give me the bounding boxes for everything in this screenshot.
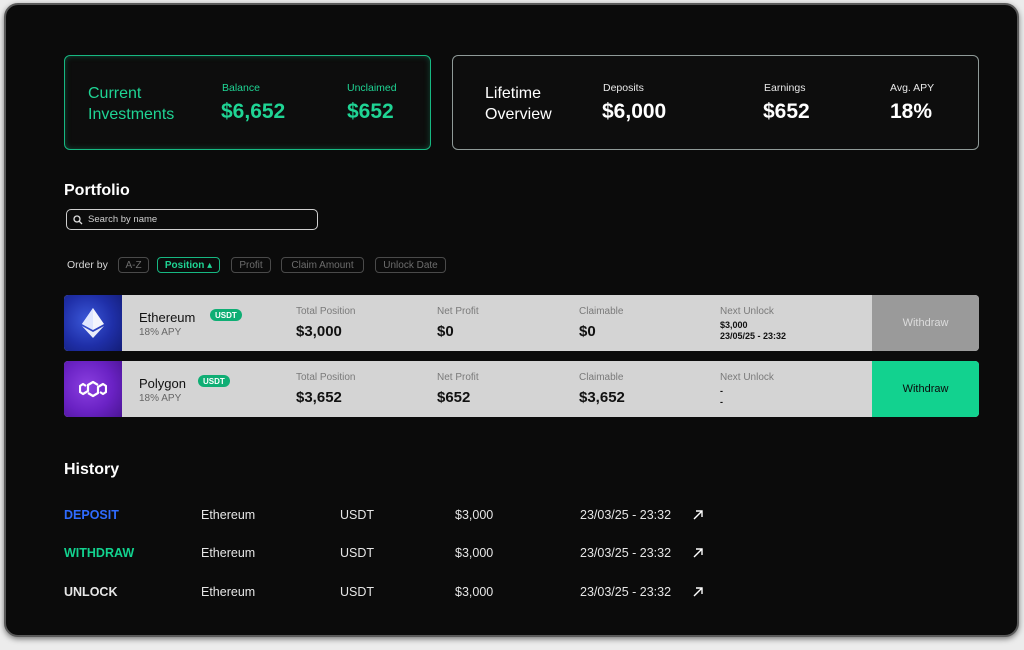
history-asset: Ethereum xyxy=(201,585,256,599)
next-unlock-date: 23/05/25 - 23:32 xyxy=(720,331,787,341)
claimable-value: $3,652 xyxy=(579,389,625,406)
next-unlock-label: Next Unlock xyxy=(720,372,774,383)
next-unlock-amount: $3,000 xyxy=(720,320,748,330)
external-link-icon[interactable] xyxy=(692,509,704,521)
title-line-2: Investments xyxy=(88,106,175,123)
withdraw-button[interactable]: Withdraw xyxy=(872,295,979,351)
history-amount: $3,000 xyxy=(455,508,494,522)
search-bar[interactable] xyxy=(66,209,318,230)
withdraw-button[interactable]: Withdraw xyxy=(872,361,979,417)
net-profit-label: Net Profit xyxy=(437,372,479,383)
history-date: 23/03/25 - 23:32 xyxy=(580,585,672,599)
search-input[interactable] xyxy=(88,214,308,225)
token-badge: USDT xyxy=(210,309,242,321)
next-unlock-amount: - xyxy=(720,386,723,396)
order-by-label: Order by xyxy=(67,259,108,271)
unclaimed-label: Unclaimed xyxy=(347,82,397,94)
total-position-value: $3,000 xyxy=(296,323,342,340)
avg-apy-value: 18% xyxy=(890,100,933,123)
portfolio-title: Portfolio xyxy=(64,182,130,199)
asset-apy: 18% APY xyxy=(139,393,182,404)
portfolio-row-polygon: Polygon USDT 18% APY Total Position $3,6… xyxy=(64,361,979,417)
history-token: USDT xyxy=(340,546,375,560)
balance-label: Balance xyxy=(222,82,260,94)
total-position-value: $3,652 xyxy=(296,389,342,406)
order-chip-unlock-date[interactable]: Unlock Date xyxy=(375,257,446,273)
external-link-icon[interactable] xyxy=(692,547,704,559)
claimable-label: Claimable xyxy=(579,372,624,383)
next-unlock-date: - xyxy=(720,397,723,407)
avg-apy-label: Avg. APY xyxy=(890,82,935,94)
total-position-label: Total Position xyxy=(296,306,356,317)
deposits-label: Deposits xyxy=(603,82,644,94)
next-unlock-label: Next Unlock xyxy=(720,306,774,317)
total-position-label: Total Position xyxy=(296,372,356,383)
app-window: Current Investments Balance $6,652 Uncla… xyxy=(4,3,1019,637)
search-icon xyxy=(73,214,83,224)
net-profit-value: $652 xyxy=(437,389,471,406)
current-investments-card: Current Investments Balance $6,652 Uncla… xyxy=(64,55,431,150)
claimable-value: $0 xyxy=(579,323,596,340)
history-token: USDT xyxy=(340,508,375,522)
balance-value: $6,652 xyxy=(221,100,286,123)
net-profit-value: $0 xyxy=(437,323,454,340)
ethereum-icon xyxy=(64,295,122,351)
earnings-label: Earnings xyxy=(764,82,806,94)
history-date: 23/03/25 - 23:32 xyxy=(580,508,672,522)
order-chip-claim-amount[interactable]: Claim Amount xyxy=(281,257,364,273)
token-badge: USDT xyxy=(198,375,230,387)
lifetime-overview-card: Lifetime Overview Deposits $6,000 Earnin… xyxy=(452,55,979,150)
history-amount: $3,000 xyxy=(455,585,494,599)
history-type-deposit: DEPOSIT xyxy=(64,508,119,522)
history-amount: $3,000 xyxy=(455,546,494,560)
deposits-value: $6,000 xyxy=(602,100,667,123)
asset-name: Polygon xyxy=(139,376,186,391)
history-type-withdraw: WITHDRAW xyxy=(64,546,135,560)
claimable-label: Claimable xyxy=(579,306,624,317)
history-token: USDT xyxy=(340,585,375,599)
history-type-unlock: UNLOCK xyxy=(64,585,118,599)
history-title: History xyxy=(64,461,120,478)
history-date: 23/03/25 - 23:32 xyxy=(580,546,672,560)
current-investments-title: Current Investments xyxy=(88,83,174,125)
lifetime-overview-title: Lifetime Overview xyxy=(485,83,552,125)
earnings-value: $652 xyxy=(763,100,810,123)
order-chip-az[interactable]: A-Z xyxy=(118,257,149,273)
external-link-icon[interactable] xyxy=(692,586,704,598)
history-asset: Ethereum xyxy=(201,546,256,560)
unclaimed-value: $652 xyxy=(347,100,394,123)
asset-name: Ethereum xyxy=(139,310,196,325)
portfolio-row-ethereum: Ethereum USDT 18% APY Total Position $3,… xyxy=(64,295,979,351)
net-profit-label: Net Profit xyxy=(437,306,479,317)
history-asset: Ethereum xyxy=(201,508,256,522)
order-chip-position[interactable]: Position ▴ xyxy=(157,257,220,273)
asset-apy: 18% APY xyxy=(139,327,182,338)
polygon-icon xyxy=(64,361,122,417)
order-chip-profit[interactable]: Profit xyxy=(231,257,271,273)
title-line-1: Lifetime xyxy=(485,85,542,102)
title-line-2: Overview xyxy=(485,106,552,123)
title-line-1: Current xyxy=(88,85,142,102)
